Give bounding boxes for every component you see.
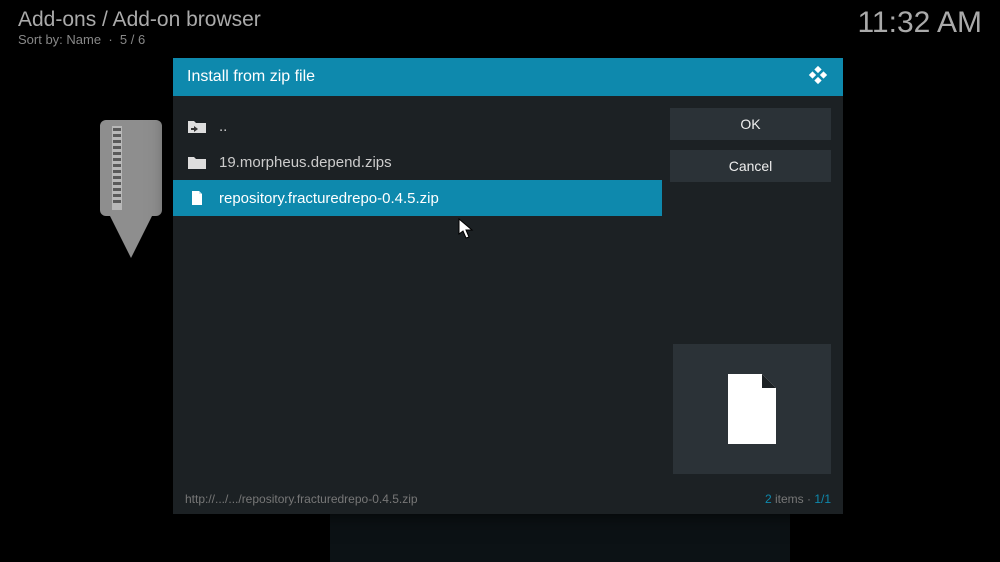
footer-path: http://.../.../repository.fracturedrepo-… <box>185 492 418 506</box>
ok-button[interactable]: OK <box>670 108 831 140</box>
list-item-folder[interactable]: 19.morpheus.depend.zips <box>173 144 662 180</box>
list-item-file[interactable]: repository.fracturedrepo-0.4.5.zip <box>173 180 662 216</box>
sort-line: Sort by: Name · 5 / 6 <box>18 32 982 47</box>
dialog-title: Install from zip file <box>187 68 315 86</box>
cancel-button-label: Cancel <box>729 158 773 174</box>
bottom-strip <box>330 514 790 562</box>
ok-button-label: OK <box>740 116 760 132</box>
list-item-label: repository.fracturedrepo-0.4.5.zip <box>219 190 439 207</box>
install-zip-dialog: Install from zip file .. 19.morpheus.dep… <box>173 58 843 514</box>
footer-items-label: items · <box>772 492 815 506</box>
sort-label: Sort by: Name <box>18 32 101 47</box>
sort-sep: · <box>105 32 120 47</box>
header: Add-ons / Add-on browser Sort by: Name ·… <box>0 0 1000 47</box>
list-item-up[interactable]: .. <box>173 108 662 144</box>
cancel-button[interactable]: Cancel <box>670 150 831 182</box>
sort-count: 5 / 6 <box>120 32 145 47</box>
list-item-label: 19.morpheus.depend.zips <box>219 154 392 171</box>
file-icon <box>187 190 207 206</box>
zip-sidebar-icon <box>100 120 162 262</box>
list-item-label: .. <box>219 118 227 135</box>
dialog-footer: http://.../.../repository.fracturedrepo-… <box>173 484 843 514</box>
file-preview <box>673 344 831 474</box>
footer-item-count: 2 <box>765 492 772 506</box>
folder-up-icon <box>187 118 207 134</box>
kodi-logo-icon <box>807 64 829 91</box>
footer-page: 1/1 <box>814 492 831 506</box>
file-list[interactable]: .. 19.morpheus.depend.zips repository.fr… <box>173 96 662 476</box>
breadcrumb: Add-ons / Add-on browser <box>18 8 982 32</box>
dialog-titlebar: Install from zip file <box>173 58 843 96</box>
folder-icon <box>187 154 207 170</box>
document-icon <box>724 372 780 446</box>
footer-count: 2 items · 1/1 <box>765 492 831 506</box>
clock: 11:32 AM <box>857 6 982 40</box>
